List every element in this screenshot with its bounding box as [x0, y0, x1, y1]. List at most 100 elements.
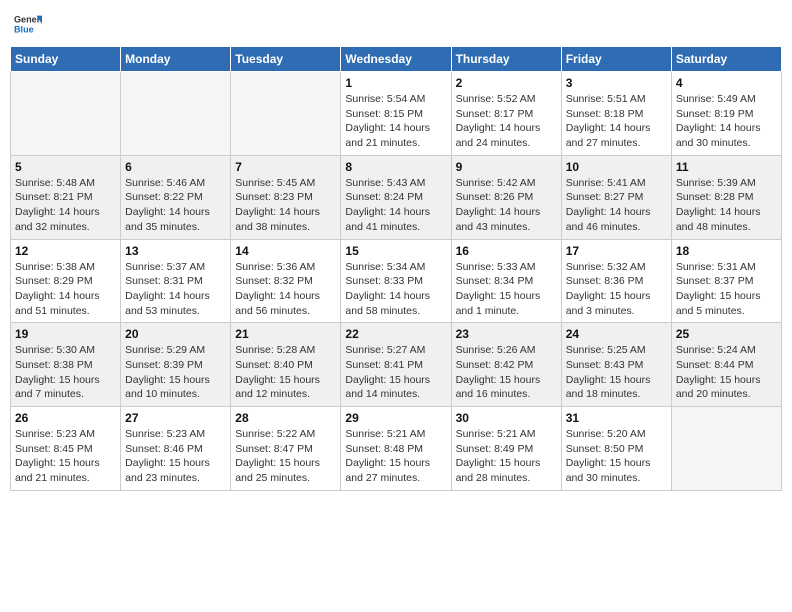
calendar-cell: 12Sunrise: 5:38 AM Sunset: 8:29 PM Dayli…: [11, 239, 121, 323]
day-info: Sunrise: 5:21 AM Sunset: 8:49 PM Dayligh…: [456, 427, 557, 486]
day-info: Sunrise: 5:49 AM Sunset: 8:19 PM Dayligh…: [676, 92, 777, 151]
calendar-cell: 20 Sunrise: 5:29 AM Sunset: 8:39 PM Dayli…: [121, 323, 231, 407]
day-number: 18: [676, 244, 777, 258]
day-number: 15: [345, 244, 446, 258]
day-number: 31: [566, 411, 667, 425]
day-info: Sunrise: 5:33 AM Sunset: 8:34 PM Dayligh…: [456, 260, 557, 319]
day-number: 24: [566, 327, 667, 341]
weekday-header-wednesday: Wednesday: [341, 47, 451, 72]
day-info: Sunrise: 5:48 AM Sunset: 8:21 PM Dayligh…: [15, 176, 116, 235]
day-number: 3: [566, 76, 667, 90]
day-number: 19: [15, 327, 116, 341]
calendar-cell: 21 Sunrise: 5:28 AM Sunset: 8:40 PM Dayli…: [231, 323, 341, 407]
day-number: 25: [676, 327, 777, 341]
day-info: Sunrise: 5:37 AM Sunset: 8:31 PM Dayligh…: [125, 260, 226, 319]
logo-icon: General Blue: [14, 10, 42, 38]
calendar-cell: 1 Sunrise: 5:54 AM Sunset: 8:15 PM Daylig…: [341, 72, 451, 156]
calendar-cell: 19 Sunrise: 5:30 AM Sunset: 8:38 PM Dayli…: [11, 323, 121, 407]
calendar-cell: 25 Sunrise: 5:24 AM Sunset: 8:44 PM Dayli…: [671, 323, 781, 407]
day-info: Sunrise: 5:27 AM Sunset: 8:41 PM Dayligh…: [345, 343, 446, 402]
calendar-cell: 6Sunrise: 5:46 AM Sunset: 8:22 PM Daylig…: [121, 155, 231, 239]
calendar-cell: 16 Sunrise: 5:33 AM Sunset: 8:34 PM Dayli…: [451, 239, 561, 323]
day-info: Sunrise: 5:23 AM Sunset: 8:45 PM Dayligh…: [15, 427, 116, 486]
day-number: 27: [125, 411, 226, 425]
day-info: Sunrise: 5:52 AM Sunset: 8:17 PM Dayligh…: [456, 92, 557, 151]
day-number: 5: [15, 160, 116, 174]
day-info: Sunrise: 5:25 AM Sunset: 8:43 PM Dayligh…: [566, 343, 667, 402]
day-number: 7: [235, 160, 336, 174]
calendar-cell: 29 Sunrise: 5:21 AM Sunset: 8:48 PM Dayli…: [341, 407, 451, 491]
calendar-cell: 22 Sunrise: 5:27 AM Sunset: 8:41 PM Dayli…: [341, 323, 451, 407]
calendar-cell: [121, 72, 231, 156]
calendar-cell: 18Sunrise: 5:31 AM Sunset: 8:37 PM Dayli…: [671, 239, 781, 323]
day-info: Sunrise: 5:38 AM Sunset: 8:29 PM Dayligh…: [15, 260, 116, 319]
day-number: 21: [235, 327, 336, 341]
day-info: Sunrise: 5:41 AM Sunset: 8:27 PM Dayligh…: [566, 176, 667, 235]
calendar-week-4: 19 Sunrise: 5:30 AM Sunset: 8:38 PM Dayli…: [11, 323, 782, 407]
calendar-cell: 17Sunrise: 5:32 AM Sunset: 8:36 PM Dayli…: [561, 239, 671, 323]
day-number: 26: [15, 411, 116, 425]
day-info: Sunrise: 5:23 AM Sunset: 8:46 PM Dayligh…: [125, 427, 226, 486]
day-info: Sunrise: 5:24 AM Sunset: 8:44 PM Dayligh…: [676, 343, 777, 402]
calendar-cell: 13 Sunrise: 5:37 AM Sunset: 8:31 PM Dayli…: [121, 239, 231, 323]
day-info: Sunrise: 5:29 AM Sunset: 8:39 PM Dayligh…: [125, 343, 226, 402]
day-info: Sunrise: 5:22 AM Sunset: 8:47 PM Dayligh…: [235, 427, 336, 486]
calendar-cell: [671, 407, 781, 491]
weekday-header-saturday: Saturday: [671, 47, 781, 72]
day-info: Sunrise: 5:28 AM Sunset: 8:40 PM Dayligh…: [235, 343, 336, 402]
day-number: 28: [235, 411, 336, 425]
day-info: Sunrise: 5:45 AM Sunset: 8:23 PM Dayligh…: [235, 176, 336, 235]
calendar-cell: 10 Sunrise: 5:41 AM Sunset: 8:27 PM Dayli…: [561, 155, 671, 239]
day-number: 29: [345, 411, 446, 425]
weekday-header-friday: Friday: [561, 47, 671, 72]
day-info: Sunrise: 5:21 AM Sunset: 8:48 PM Dayligh…: [345, 427, 446, 486]
calendar-week-5: 26 Sunrise: 5:23 AM Sunset: 8:45 PM Dayli…: [11, 407, 782, 491]
weekday-header-monday: Monday: [121, 47, 231, 72]
day-number: 10: [566, 160, 667, 174]
calendar-cell: 23Sunrise: 5:26 AM Sunset: 8:42 PM Dayli…: [451, 323, 561, 407]
calendar-week-2: 5 Sunrise: 5:48 AM Sunset: 8:21 PM Daylig…: [11, 155, 782, 239]
calendar-cell: 8 Sunrise: 5:43 AM Sunset: 8:24 PM Daylig…: [341, 155, 451, 239]
day-number: 22: [345, 327, 446, 341]
weekday-header-tuesday: Tuesday: [231, 47, 341, 72]
weekday-header-thursday: Thursday: [451, 47, 561, 72]
page-header: General Blue: [10, 10, 782, 38]
calendar-cell: 7 Sunrise: 5:45 AM Sunset: 8:23 PM Daylig…: [231, 155, 341, 239]
calendar-cell: 14Sunrise: 5:36 AM Sunset: 8:32 PM Dayli…: [231, 239, 341, 323]
calendar-cell: 28 Sunrise: 5:22 AM Sunset: 8:47 PM Dayli…: [231, 407, 341, 491]
calendar-week-3: 12Sunrise: 5:38 AM Sunset: 8:29 PM Dayli…: [11, 239, 782, 323]
day-number: 11: [676, 160, 777, 174]
day-number: 23: [456, 327, 557, 341]
day-number: 20: [125, 327, 226, 341]
calendar-cell: 15Sunrise: 5:34 AM Sunset: 8:33 PM Dayli…: [341, 239, 451, 323]
day-number: 16: [456, 244, 557, 258]
weekday-header-row: SundayMondayTuesdayWednesdayThursdayFrid…: [11, 47, 782, 72]
calendar-cell: 27 Sunrise: 5:23 AM Sunset: 8:46 PM Dayli…: [121, 407, 231, 491]
day-info: Sunrise: 5:36 AM Sunset: 8:32 PM Dayligh…: [235, 260, 336, 319]
calendar-cell: 24 Sunrise: 5:25 AM Sunset: 8:43 PM Dayli…: [561, 323, 671, 407]
calendar-cell: 5 Sunrise: 5:48 AM Sunset: 8:21 PM Daylig…: [11, 155, 121, 239]
day-info: Sunrise: 5:32 AM Sunset: 8:36 PM Dayligh…: [566, 260, 667, 319]
day-info: Sunrise: 5:54 AM Sunset: 8:15 PM Dayligh…: [345, 92, 446, 151]
day-info: Sunrise: 5:43 AM Sunset: 8:24 PM Dayligh…: [345, 176, 446, 235]
day-info: Sunrise: 5:30 AM Sunset: 8:38 PM Dayligh…: [15, 343, 116, 402]
day-number: 8: [345, 160, 446, 174]
calendar-cell: [231, 72, 341, 156]
calendar-week-1: 1 Sunrise: 5:54 AM Sunset: 8:15 PM Daylig…: [11, 72, 782, 156]
day-info: Sunrise: 5:39 AM Sunset: 8:28 PM Dayligh…: [676, 176, 777, 235]
day-number: 13: [125, 244, 226, 258]
day-number: 1: [345, 76, 446, 90]
day-info: Sunrise: 5:46 AM Sunset: 8:22 PM Dayligh…: [125, 176, 226, 235]
day-info: Sunrise: 5:42 AM Sunset: 8:26 PM Dayligh…: [456, 176, 557, 235]
calendar-cell: [11, 72, 121, 156]
day-number: 2: [456, 76, 557, 90]
day-number: 30: [456, 411, 557, 425]
day-info: Sunrise: 5:20 AM Sunset: 8:50 PM Dayligh…: [566, 427, 667, 486]
day-number: 9: [456, 160, 557, 174]
calendar-cell: 30 Sunrise: 5:21 AM Sunset: 8:49 PM Dayli…: [451, 407, 561, 491]
calendar-cell: 2 Sunrise: 5:52 AM Sunset: 8:17 PM Daylig…: [451, 72, 561, 156]
calendar-cell: 31 Sunrise: 5:20 AM Sunset: 8:50 PM Dayli…: [561, 407, 671, 491]
calendar-cell: 11 Sunrise: 5:39 AM Sunset: 8:28 PM Dayli…: [671, 155, 781, 239]
calendar-cell: 3 Sunrise: 5:51 AM Sunset: 8:18 PM Daylig…: [561, 72, 671, 156]
day-info: Sunrise: 5:51 AM Sunset: 8:18 PM Dayligh…: [566, 92, 667, 151]
